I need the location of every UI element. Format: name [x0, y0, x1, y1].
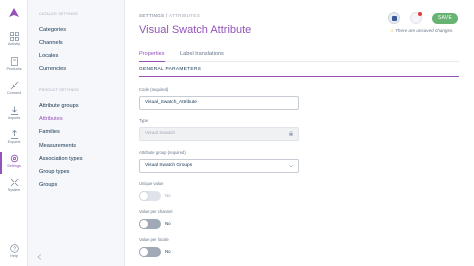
products-icon — [10, 57, 18, 66]
value-per-channel-toggle[interactable] — [139, 219, 161, 229]
nav-help-label: Help — [10, 254, 18, 258]
tab-properties[interactable]: Properties — [139, 51, 165, 62]
save-button[interactable]: SAVE — [432, 13, 458, 24]
product-settings-title: PRODUCT SETTINGS — [39, 88, 79, 92]
code-field[interactable]: Visual_Swatch_Attribute — [139, 96, 299, 110]
panel-link-currencies[interactable]: Currencies — [39, 66, 66, 72]
value-per-channel-label: Value per channel — [139, 209, 173, 214]
nav-settings[interactable]: Settings — [0, 152, 28, 176]
unsaved-changes-notice: ⚠There are unsaved changes. — [390, 28, 454, 34]
unique-value-label: Unique value — [139, 181, 164, 186]
panel-link-categories[interactable]: Categories — [39, 27, 66, 33]
breadcrumb: SETTINGS / ATTRIBUTES — [139, 13, 200, 18]
panel-link-measurements[interactable]: Measurements — [39, 143, 76, 149]
unique-value-toggle-knob — [139, 191, 149, 201]
warning-icon: ⚠ — [390, 28, 395, 33]
code-label: Code (required) — [139, 87, 169, 92]
nav-settings-label: Settings — [7, 164, 21, 168]
tab-label-translations[interactable]: Label translations — [180, 51, 224, 57]
notifications-button[interactable] — [410, 12, 422, 24]
nav-exports[interactable]: Exports — [0, 130, 28, 152]
attribute-group-value: Visual Swatch Groups — [145, 163, 193, 168]
value-per-channel-toggle-knob — [139, 219, 149, 229]
panel-link-groups[interactable]: Groups — [39, 182, 57, 188]
notification-dot — [418, 12, 422, 16]
panel-link-association-types[interactable]: Association types — [39, 156, 83, 162]
exports-icon — [10, 130, 18, 139]
attribute-group-select[interactable]: Visual Swatch Groups — [139, 159, 299, 173]
value-per-locale-toggle-knob — [139, 247, 149, 257]
panel-link-attributes[interactable]: Attributes — [39, 116, 63, 122]
attribute-group-label: Attribute group (required) — [139, 150, 186, 155]
nav-activity-label: Activity — [7, 42, 21, 46]
unique-value-text: No — [165, 193, 171, 198]
type-field: Visual Swatch — [139, 127, 299, 141]
value-per-locale-toggle[interactable] — [139, 247, 161, 257]
nav-activity[interactable]: Activity — [0, 32, 28, 54]
panel-link-locales[interactable]: Locales — [39, 53, 58, 59]
nav-products-label: Products — [6, 67, 22, 71]
panel-link-attribute-groups[interactable]: Attribute groups — [39, 103, 79, 109]
value-per-locale-text: No — [165, 249, 171, 254]
imports-icon — [10, 106, 18, 115]
type-value: Visual Swatch — [145, 131, 176, 136]
connect-icon — [10, 81, 18, 90]
unsaved-changes-text: There are unsaved changes. — [395, 28, 454, 33]
help-icon: ? — [9, 244, 19, 253]
panel-link-channels[interactable]: Channels — [39, 40, 63, 46]
settings-icon — [10, 154, 18, 163]
user-avatar[interactable] — [388, 12, 400, 24]
activity-icon — [9, 32, 19, 41]
system-icon — [10, 178, 18, 187]
nav-products[interactable]: Products — [0, 57, 28, 79]
page-title: Visual Swatch Attribute — [139, 24, 252, 36]
tab-bar: Properties Label translations — [139, 48, 459, 62]
main-content: SETTINGS / ATTRIBUTES Visual Swatch Attr… — [125, 0, 474, 266]
breadcrumb-settings[interactable]: SETTINGS — [139, 13, 164, 18]
nav-imports[interactable]: Imports — [0, 106, 28, 128]
nav-exports-label: Exports — [7, 140, 21, 144]
type-label: Type — [139, 118, 149, 123]
lock-icon — [289, 131, 293, 136]
section-general-parameters: GENERAL PARAMETERS — [139, 67, 459, 77]
svg-text:?: ? — [13, 246, 16, 252]
settings-panel: CATALOG SETTINGS Categories Channels Loc… — [28, 0, 125, 266]
panel-link-families[interactable]: Families — [39, 129, 60, 135]
nav-imports-label: Imports — [7, 116, 21, 120]
nav-system[interactable]: System — [0, 178, 28, 200]
breadcrumb-attributes[interactable]: ATTRIBUTES — [169, 13, 200, 18]
value-per-channel-text: No — [165, 221, 171, 226]
chevron-down-icon — [289, 165, 293, 168]
nav-system-label: System — [7, 188, 21, 192]
code-value: Visual_Swatch_Attribute — [145, 100, 197, 105]
catalog-settings-title: CATALOG SETTINGS — [39, 12, 78, 16]
app-root: Activity Products Connect Imports Export… — [0, 0, 474, 266]
unique-value-toggle — [139, 191, 161, 201]
nav-connect-label: Connect — [6, 91, 22, 95]
value-per-locale-label: Value per locale — [139, 237, 169, 242]
nav-help[interactable]: ? Help — [0, 244, 28, 266]
nav-connect[interactable]: Connect — [0, 81, 28, 103]
main-nav: Activity Products Connect Imports Export… — [0, 0, 28, 266]
panel-link-group-types[interactable]: Group types — [39, 169, 69, 175]
collapse-panel-icon[interactable] — [37, 254, 42, 260]
akeneo-logo-icon[interactable] — [7, 6, 21, 20]
breadcrumb-separator: / — [165, 13, 168, 18]
